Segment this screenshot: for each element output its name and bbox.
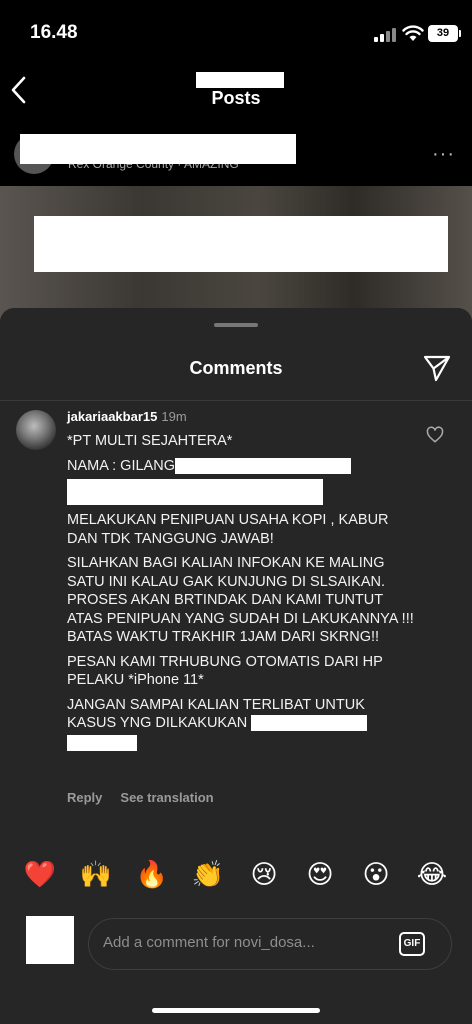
status-bar: 16.48 39 <box>0 0 472 64</box>
status-time: 16.48 <box>30 22 78 43</box>
send-icon[interactable] <box>422 353 452 383</box>
comment-line: MELAKUKAN PENIPUAN USAHA KOPI , KABUR DA… <box>67 512 389 547</box>
emoji-fire[interactable]: 🔥 <box>132 860 172 900</box>
redacted-block <box>67 479 323 505</box>
comment-line: JANGAN SAMPAI KALIAN TERLIBAT UNTUK KASU… <box>67 696 417 752</box>
comment-time: 19m <box>161 409 187 424</box>
redacted-case <box>251 715 368 732</box>
comment-line: *PT MULTI SEJAHTERA* <box>67 433 233 449</box>
comment-actions: Reply See translation <box>67 790 232 805</box>
emoji-clap[interactable]: 👏 <box>188 860 228 900</box>
emoji-raised-hands[interactable]: 🙌 <box>76 860 116 900</box>
emoji-heart[interactable]: ❤️ <box>20 860 60 900</box>
post-image-redacted <box>34 216 448 272</box>
more-options-icon[interactable]: ··· <box>432 143 458 165</box>
emoji-heart-eyes[interactable]: 😍 <box>300 860 340 900</box>
page-title: Posts <box>211 88 261 108</box>
comment-username[interactable]: jakariaakbar15 <box>67 409 157 424</box>
comment-text: *PT MULTI SEJAHTERA* NAMA : GILANG MELAK… <box>67 432 417 757</box>
emoji-laughing[interactable]: 😂 <box>412 860 452 900</box>
comment-username-row: jakariaakbar15 19m <box>67 409 187 424</box>
drag-handle[interactable] <box>214 323 258 327</box>
comments-title: Comments <box>189 358 283 378</box>
divider <box>0 400 472 401</box>
emoji-crying[interactable]: 😢 <box>244 860 284 900</box>
reply-button[interactable]: Reply <box>67 790 102 805</box>
wifi-icon <box>402 25 424 41</box>
post-username-redacted <box>20 134 296 164</box>
redacted-case <box>67 734 137 751</box>
like-heart-icon[interactable] <box>426 426 444 444</box>
comment-avatar[interactable] <box>16 410 56 450</box>
see-translation-button[interactable]: See translation <box>120 790 213 805</box>
signal-icon <box>374 28 396 42</box>
comments-sheet: Comments jakariaakbar15 19m *PT MULTI SEJ… <box>0 308 472 1024</box>
user-avatar-redacted <box>26 916 74 964</box>
home-indicator <box>152 1008 320 1013</box>
battery-icon: 39 <box>428 25 461 42</box>
header-username-redacted <box>196 72 284 88</box>
comment-line: PESAN KAMI TRHUBUNG OTOMATIS DARI HP PEL… <box>67 653 383 689</box>
comment-line: SILAHKAN BAGI KALIAN INFOKAN KE MALING S… <box>67 555 414 645</box>
comment-redacted-line <box>67 479 417 505</box>
comment-input-placeholder: Add a comment for novi_dosa... <box>103 934 315 951</box>
emoji-surprised[interactable]: 😮 <box>356 860 396 900</box>
comment-input[interactable]: Add a comment for novi_dosa... GIF <box>88 918 452 970</box>
gif-button[interactable]: GIF <box>399 932 425 956</box>
comment-line-text: NAMA : GILANG <box>67 457 175 474</box>
emoji-bar: ❤️ 🙌 🔥 👏 😢 😍 😮 😂 <box>0 860 472 900</box>
redacted-name <box>174 457 351 474</box>
comment-line: NAMA : GILANG <box>67 457 417 476</box>
